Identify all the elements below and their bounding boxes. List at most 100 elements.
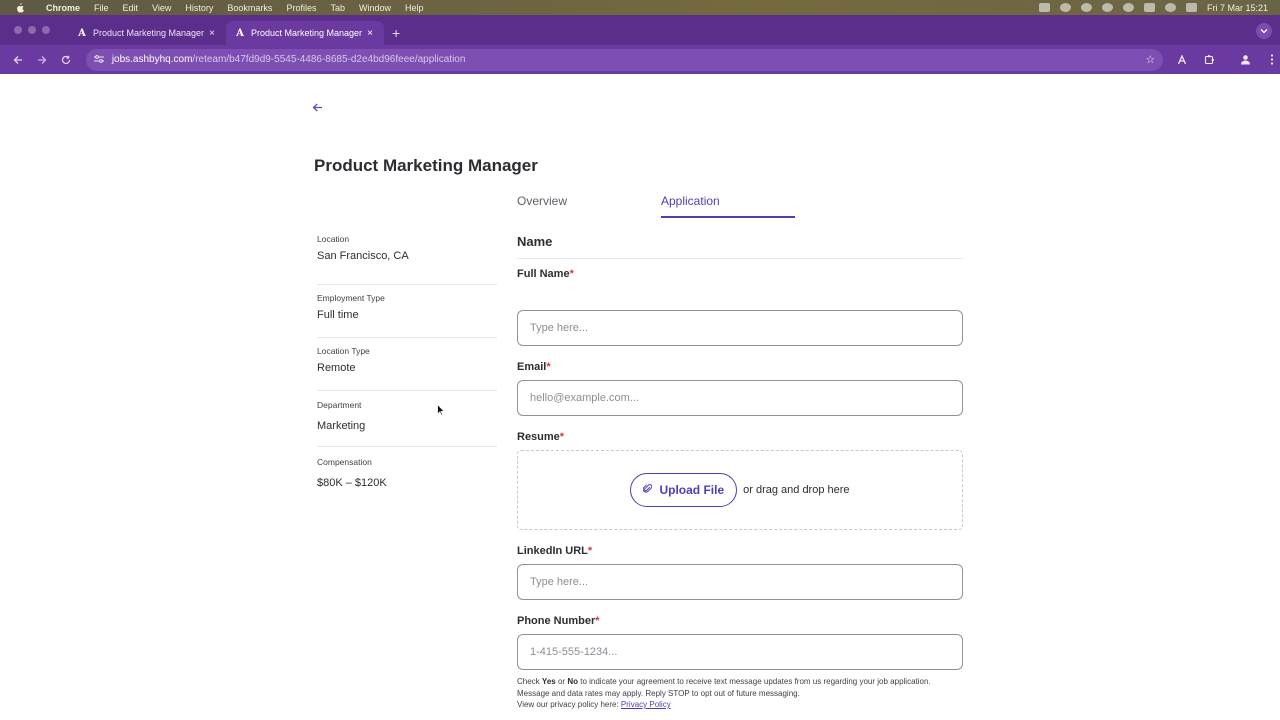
url-path: /reteam/b47fd9d9-5545-4486-8685-d2e4bd96… <box>192 54 466 65</box>
address-bar[interactable]: jobs.ashbyhq.com/reteam/b47fd9d9-5545-44… <box>85 48 1164 71</box>
detail-employment-type: Employment Type Full time <box>317 285 497 338</box>
section-title: Name <box>517 234 553 249</box>
reload-icon[interactable] <box>58 52 74 68</box>
menu-help[interactable]: Help <box>405 3 424 13</box>
linkedin-label: LinkedIn URL* <box>517 545 963 557</box>
menu-view[interactable]: View <box>152 3 171 13</box>
field-label-text: Phone Number <box>517 615 596 627</box>
window-controls <box>0 15 50 45</box>
detail-value: Full time <box>317 309 359 321</box>
tab-overview[interactable]: Overview <box>517 194 567 208</box>
wifi-icon[interactable] <box>1164 3 1176 12</box>
detail-compensation: Compensation $80K – $120K <box>317 447 497 500</box>
ashby-extension-icon[interactable] <box>1174 52 1190 68</box>
tab-search-chevron-icon[interactable] <box>1256 23 1272 39</box>
upload-file-label: Upload File <box>659 483 725 497</box>
close-window-button[interactable] <box>14 26 22 34</box>
control-center-icon[interactable] <box>1185 3 1197 12</box>
required-mark: * <box>595 615 600 627</box>
menu-window[interactable]: Window <box>359 3 391 13</box>
detail-location: Location San Francisco, CA <box>317 232 497 285</box>
mouse-cursor-icon <box>437 403 446 416</box>
drag-drop-hint: or drag and drop here <box>743 484 850 496</box>
sms-note-yes: Yes <box>541 677 556 686</box>
full-name-input[interactable]: Type here... <box>517 310 963 346</box>
paperclip-icon <box>643 483 653 497</box>
tray-app-icon[interactable] <box>1101 3 1113 12</box>
tray-app-icon[interactable] <box>1059 3 1071 12</box>
back-to-jobs-button[interactable] <box>312 100 328 114</box>
required-mark: * <box>546 361 551 373</box>
menu-bookmarks[interactable]: Bookmarks <box>227 3 272 13</box>
field-label-text: Resume <box>517 431 560 443</box>
browser-tab-active[interactable]: A Product Marketing Manager × <box>226 21 384 45</box>
menubar-tray: Fri 7 Mar 15:21 <box>1038 3 1280 13</box>
input-placeholder: Type here... <box>530 322 589 334</box>
detail-label: Compensation <box>317 457 372 467</box>
apple-icon[interactable] <box>12 2 26 13</box>
browser-tab-strip: A Product Marketing Manager × A Product … <box>0 15 1280 45</box>
sms-note-check: Check <box>517 677 540 686</box>
back-arrow-icon[interactable] <box>10 52 26 68</box>
privacy-policy-link[interactable]: Privacy Policy <box>621 700 671 709</box>
resume-dropzone[interactable]: Upload File or drag and drop here <box>517 450 963 530</box>
site-settings-icon[interactable] <box>93 54 106 65</box>
active-tab-indicator <box>661 216 795 218</box>
field-label-text: Email <box>517 361 547 373</box>
upload-file-button[interactable]: Upload File <box>630 473 738 507</box>
job-tabs: Overview Application <box>517 194 795 219</box>
email-input[interactable]: hello@example.com... <box>517 380 963 416</box>
field-label-text: Full Name <box>517 268 570 280</box>
field-label-text: LinkedIn URL <box>517 545 588 557</box>
detail-value: San Francisco, CA <box>317 250 409 262</box>
detail-label: Location Type <box>317 346 370 356</box>
detail-department: Department Marketing <box>317 391 497 447</box>
sms-note-or: or <box>557 677 566 686</box>
browser-tab[interactable]: A Product Marketing Manager × <box>68 21 226 45</box>
extensions-puzzle-icon[interactable] <box>1201 52 1217 68</box>
menu-history[interactable]: History <box>185 3 213 13</box>
forward-arrow-icon[interactable] <box>34 52 50 68</box>
minimize-window-button[interactable] <box>28 26 36 34</box>
input-placeholder: Type here... <box>530 576 589 588</box>
tray-app-icon[interactable] <box>1122 3 1134 12</box>
full-name-label: Full Name* <box>517 268 963 280</box>
menu-edit[interactable]: Edit <box>123 3 139 13</box>
menu-tab[interactable]: Tab <box>330 3 345 13</box>
detail-value: Marketing <box>317 420 366 432</box>
profile-avatar-icon[interactable] <box>1237 52 1253 68</box>
kebab-menu-icon[interactable] <box>1264 52 1280 68</box>
menu-profiles[interactable]: Profiles <box>286 3 316 13</box>
close-tab-icon[interactable]: × <box>364 28 376 39</box>
tray-app-icon[interactable] <box>1080 3 1092 12</box>
tab-application[interactable]: Application <box>661 194 720 208</box>
detail-value: $80K – $120K <box>317 477 387 489</box>
detail-label: Department <box>317 400 362 410</box>
zoom-window-button[interactable] <box>42 26 50 34</box>
macos-menubar: Chrome File Edit View History Bookmarks … <box>0 0 1280 15</box>
detail-location-type: Location Type Remote <box>317 338 497 391</box>
bookmark-star-icon[interactable]: ☆ <box>1145 53 1155 66</box>
ashby-favicon-icon: A <box>78 27 86 39</box>
privacy-prefix: View our privacy policy here: <box>517 700 619 709</box>
job-application-page: Product Marketing Manager Overview Appli… <box>0 74 1280 720</box>
input-placeholder: hello@example.com... <box>530 392 639 404</box>
sms-note-no: No <box>567 677 578 686</box>
linkedin-url-input[interactable]: Type here... <box>517 564 963 600</box>
required-mark: * <box>569 268 574 280</box>
detail-label: Employment Type <box>317 293 385 303</box>
battery-icon[interactable] <box>1143 3 1155 12</box>
detail-label: Location <box>317 234 350 244</box>
phone-number-input[interactable]: 1-415-555-1234... <box>517 634 963 670</box>
menubar-clock[interactable]: Fri 7 Mar 15:21 <box>1207 3 1268 13</box>
tab-title: Product Marketing Manager <box>251 28 363 38</box>
application-form: Name Full Name* Type here... Email* hell… <box>517 234 963 711</box>
close-tab-icon[interactable]: × <box>206 28 218 39</box>
required-mark: * <box>587 545 593 557</box>
new-tab-button[interactable]: + <box>392 25 400 41</box>
ashby-favicon-icon: A <box>236 27 244 39</box>
menu-app-name[interactable]: Chrome <box>46 3 80 13</box>
email-label: Email* <box>517 361 963 373</box>
menu-file[interactable]: File <box>94 3 109 13</box>
screen-mirroring-icon[interactable] <box>1038 3 1050 12</box>
